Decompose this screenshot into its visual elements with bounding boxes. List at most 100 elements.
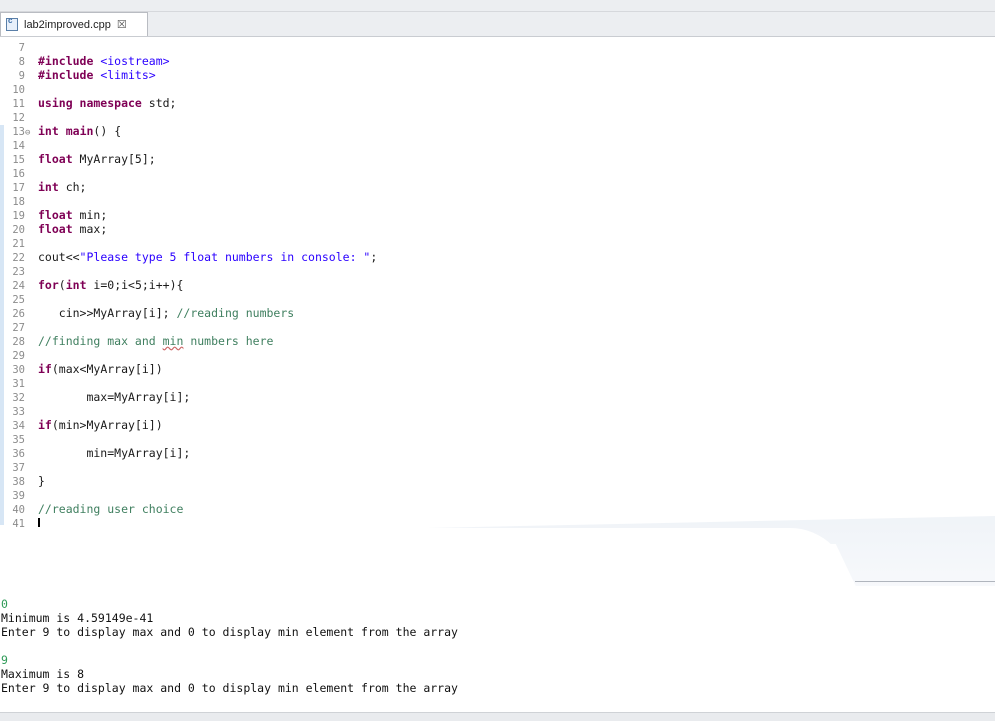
code-line[interactable]: 30 if(max<MyArray[i]) xyxy=(0,362,162,376)
code-line[interactable]: 9 #include <limits> xyxy=(0,68,156,82)
code-token: //finding max and xyxy=(38,334,163,348)
console-input-line: 0 xyxy=(1,597,8,611)
code-line[interactable]: 25 xyxy=(0,292,25,306)
line-number: 11 xyxy=(12,98,25,110)
code-line[interactable]: 14 xyxy=(0,138,25,152)
code-token: using namespace xyxy=(38,96,142,110)
code-line[interactable]: 21 xyxy=(0,236,25,250)
code-line[interactable]: 20 float max; xyxy=(0,222,107,236)
code-line[interactable]: 31 xyxy=(0,376,25,390)
line-number: 28 xyxy=(12,336,25,348)
code-token: int xyxy=(38,180,59,194)
code-text: int ch; xyxy=(38,180,86,194)
code-text: int main() { xyxy=(38,124,121,138)
code-line[interactable]: 13⊖ int main() { xyxy=(0,124,121,138)
code-line[interactable]: 18 xyxy=(0,194,25,208)
code-line[interactable]: 34 if(min>MyArray[i]) xyxy=(0,418,162,432)
code-line[interactable]: 38} xyxy=(0,474,45,488)
text-caret xyxy=(38,518,40,527)
code-token: int xyxy=(38,124,59,138)
line-number: 19 xyxy=(12,210,25,222)
code-token: main xyxy=(65,124,94,138)
line-number: 26 xyxy=(12,308,25,320)
line-number: 15 xyxy=(12,154,25,166)
line-number: 30 xyxy=(12,364,25,376)
code-token: for xyxy=(38,278,59,292)
code-line[interactable]: 16 xyxy=(0,166,25,180)
line-number: 8 xyxy=(18,56,25,68)
code-token: float xyxy=(38,222,73,236)
line-number: 32 xyxy=(12,392,25,404)
code-token: MyArray[5]; xyxy=(72,152,156,166)
code-line[interactable]: 37 xyxy=(0,460,25,474)
line-number: 12 xyxy=(12,112,25,124)
code-line[interactable]: 17 int ch; xyxy=(0,180,86,194)
code-text: float MyArray[5]; xyxy=(38,152,156,166)
code-line[interactable]: 35 xyxy=(0,432,25,446)
code-text: if(max<MyArray[i]) xyxy=(38,362,163,376)
line-number: 35 xyxy=(12,434,25,446)
code-editor[interactable]: 7 8 #include <iostream> 9 #include <limits> 1… xyxy=(0,37,995,527)
code-line[interactable]: 12 xyxy=(0,110,25,124)
line-number: 39 xyxy=(12,490,25,502)
code-token: ; xyxy=(370,250,378,264)
code-text: //reading user choice xyxy=(38,502,183,516)
line-number: 20 xyxy=(12,224,25,236)
code-line[interactable]: 26 cin>>MyArray[i]; //reading numbers xyxy=(0,306,294,320)
code-line[interactable]: 10 xyxy=(0,82,25,96)
code-line[interactable]: 19 float min; xyxy=(0,208,107,222)
code-token: int xyxy=(65,278,87,292)
tab-bar-divider xyxy=(0,11,995,12)
console-output-line: Maximum is 8 xyxy=(1,667,85,681)
code-token: min xyxy=(162,334,184,348)
line-number: 33 xyxy=(12,406,25,418)
code-token: ( xyxy=(58,278,66,292)
line-number: 13 xyxy=(12,126,25,138)
line-number: 36 xyxy=(12,448,25,460)
code-token: max=MyArray[i]; xyxy=(38,390,191,404)
line-number: 40 xyxy=(12,504,25,516)
code-line[interactable]: 15 float MyArray[5]; xyxy=(0,152,155,166)
code-token: float xyxy=(38,152,73,166)
line-number: 31 xyxy=(12,378,25,390)
code-text: cout<<"Please type 5 float numbers in co… xyxy=(38,250,377,264)
code-line[interactable]: 33 xyxy=(0,404,25,418)
code-token: <limits> xyxy=(100,68,156,82)
code-line[interactable]: 27 xyxy=(0,320,25,334)
code-line[interactable]: 40 //reading user choice xyxy=(0,502,183,516)
code-line[interactable]: 24 for(int i=0;i<5;i++){ xyxy=(0,278,183,292)
code-line[interactable]: 41 xyxy=(0,516,40,527)
code-text: float min; xyxy=(38,208,107,222)
code-text: #include <limits> xyxy=(38,68,156,82)
fold-toggle-icon[interactable]: ⊖ xyxy=(25,128,30,138)
code-line[interactable]: 36 min=MyArray[i]; xyxy=(0,446,190,460)
code-token: ch; xyxy=(58,180,87,194)
line-number: 18 xyxy=(12,196,25,208)
view-divider-cover xyxy=(0,528,850,588)
code-line[interactable]: 8 #include <iostream> xyxy=(0,54,170,68)
code-line[interactable]: 11 using namespace std; xyxy=(0,96,176,110)
code-line[interactable]: 29 xyxy=(0,348,25,362)
code-line[interactable]: 32 max=MyArray[i]; xyxy=(0,390,190,404)
code-line[interactable]: 39 xyxy=(0,488,25,502)
code-line[interactable]: 7 xyxy=(0,40,25,54)
line-number: 17 xyxy=(12,182,25,194)
line-number: 9 xyxy=(18,70,25,82)
console-output-line: Enter 9 to display max and 0 to display … xyxy=(1,625,458,639)
close-icon[interactable]: ☒ xyxy=(117,18,127,31)
line-number: 10 xyxy=(12,84,25,96)
code-line[interactable]: 22 cout<<"Please type 5 float numbers in … xyxy=(0,250,377,264)
code-text: } xyxy=(38,474,45,488)
console-output-line: Minimum is 4.59149e-41 xyxy=(1,611,154,625)
code-token: min=MyArray[i]; xyxy=(38,446,191,460)
code-text: for(int i=0;i<5;i++){ xyxy=(38,278,183,292)
code-text: cin>>MyArray[i]; //reading numbers xyxy=(38,306,294,320)
line-number: 16 xyxy=(12,168,25,180)
code-line[interactable]: 23 xyxy=(0,264,25,278)
code-line[interactable]: 28 //finding max and min numbers here xyxy=(0,334,273,348)
tab-filename: lab2improved.cpp xyxy=(24,18,111,31)
line-number: 38 xyxy=(12,476,25,488)
code-token: () { xyxy=(93,124,122,138)
code-token: cin>>MyArray[i]; xyxy=(38,306,177,320)
editor-tab[interactable]: lab2improved.cpp ☒ xyxy=(0,12,148,36)
